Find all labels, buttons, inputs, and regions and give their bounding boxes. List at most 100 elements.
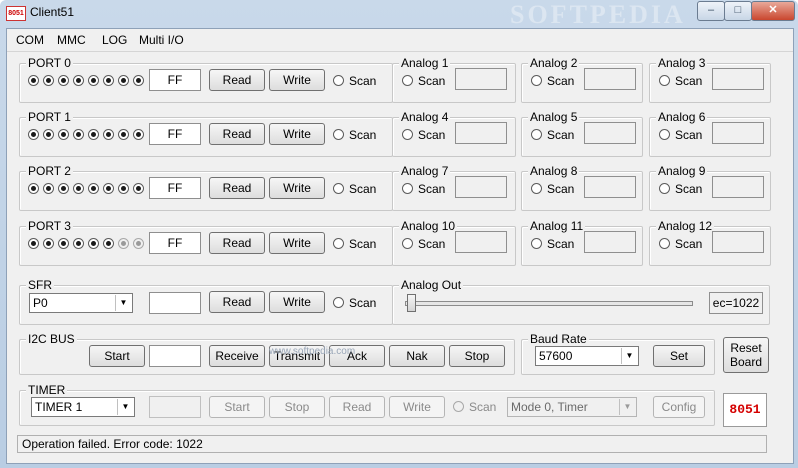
port-bit-radio[interactable] [43,75,54,86]
analog-scan-radio[interactable] [531,129,542,140]
menu-com[interactable]: COM [16,33,44,47]
timer-scan-radio[interactable] [453,401,464,412]
port-bit-radio[interactable] [118,183,129,194]
port-bit-radio[interactable] [73,75,84,86]
analog-out-slider-thumb[interactable] [407,294,416,312]
port-bit-radio[interactable] [73,238,84,249]
maximize-button[interactable]: □ [724,1,752,21]
port-value-field[interactable]: FF [149,177,201,199]
analog-label: Analog 8 [528,164,580,178]
port-bit-radio[interactable] [28,183,39,194]
i2c-receive-button[interactable]: Receive [209,345,265,367]
timer-stop-button[interactable]: Stop [269,396,325,418]
analog-out-label: Analog Out [399,278,464,292]
port-bit-radio[interactable] [88,129,99,140]
port-bit-radio[interactable] [103,238,114,249]
i2c-start-button[interactable]: Start [89,345,145,367]
menu-log[interactable]: LOG [102,33,127,47]
port-bit-radio[interactable] [28,75,39,86]
port-bit-radio[interactable] [28,238,39,249]
port-write-button[interactable]: Write [269,69,325,91]
analog-label: Analog 12 [656,219,715,233]
port-read-button[interactable]: Read [209,123,265,145]
port-bit-radio[interactable] [73,183,84,194]
port-read-button[interactable]: Read [209,177,265,199]
port-bit-radio[interactable] [103,183,114,194]
port-write-button[interactable]: Write [269,177,325,199]
analog-scan-radio[interactable] [659,238,670,249]
port-value-field[interactable]: FF [149,69,201,91]
minimize-button[interactable]: – [697,1,725,21]
port-bit-radio[interactable] [43,129,54,140]
port-scan-radio[interactable] [333,75,344,86]
sfr-select[interactable]: P0 ▼ [29,293,133,313]
port-value-field[interactable]: FF [149,232,201,254]
port-bit-radio[interactable] [118,129,129,140]
timer-select[interactable]: TIMER 1 ▼ [31,397,135,417]
port-bit-radio[interactable] [103,129,114,140]
baud-rate-select[interactable]: 57600 ▼ [535,346,639,366]
reset-board-button[interactable]: Reset Board [723,337,769,373]
i2c-nak-button[interactable]: Nak [389,345,445,367]
port-bit-radio[interactable] [43,238,54,249]
port-bit-radio[interactable] [88,75,99,86]
port-scan-radio[interactable] [333,129,344,140]
chevron-down-icon[interactable]: ▼ [117,399,133,415]
timer-config-button[interactable]: Config [653,396,705,418]
port-bit-radio[interactable] [88,238,99,249]
port-bit-radio[interactable] [58,238,69,249]
analog-scan-radio[interactable] [531,183,542,194]
chevron-down-icon[interactable]: ▼ [619,399,635,415]
sfr-value-field[interactable] [149,292,201,314]
port-bit-radio[interactable] [28,129,39,140]
port-bit-radio[interactable] [133,238,144,249]
port-bit-radio[interactable] [58,75,69,86]
port-write-button[interactable]: Write [269,123,325,145]
port-bit-radio[interactable] [58,183,69,194]
analog-scan-radio[interactable] [659,183,670,194]
i2c-stop-button[interactable]: Stop [449,345,505,367]
analog-scan-radio[interactable] [402,183,413,194]
port-scan-radio[interactable] [333,238,344,249]
sfr-scan-radio[interactable] [333,297,344,308]
port-read-button[interactable]: Read [209,232,265,254]
port-bit-radio[interactable] [73,129,84,140]
analog-scan-radio[interactable] [402,129,413,140]
menu-multi-io[interactable]: Multi I/O [139,33,184,47]
port-bit-radio[interactable] [133,129,144,140]
port-bit-radio[interactable] [103,75,114,86]
sfr-write-button[interactable]: Write [269,291,325,313]
i2c-data-field[interactable] [149,345,201,367]
port-bit-radio[interactable] [43,183,54,194]
chevron-down-icon[interactable]: ▼ [621,348,637,364]
sfr-read-button[interactable]: Read [209,291,265,313]
analog-label: Analog 3 [656,56,708,70]
analog-scan-radio[interactable] [659,75,670,86]
timer-start-button[interactable]: Start [209,396,265,418]
close-button[interactable]: ✕ [751,1,795,21]
analog-scan-radio[interactable] [531,238,542,249]
menu-mmc[interactable]: MMC [57,33,86,47]
port-bit-radio[interactable] [58,129,69,140]
port-scan-radio[interactable] [333,183,344,194]
port-bit-radio[interactable] [88,183,99,194]
analog-scan-radio[interactable] [531,75,542,86]
analog-scan-radio[interactable] [659,129,670,140]
timer-value-field[interactable] [149,396,201,418]
analog-scan-radio[interactable] [402,238,413,249]
timer-read-button[interactable]: Read [329,396,385,418]
port-bit-radio[interactable] [133,183,144,194]
app-window: 8051 Client51 SOFTPEDIA – □ ✕ COM MMC LO… [0,0,798,468]
port-bit-radio[interactable] [118,75,129,86]
port-write-button[interactable]: Write [269,232,325,254]
baud-set-button[interactable]: Set [653,345,705,367]
port-bit-radio[interactable] [118,238,129,249]
port-bit-radio[interactable] [133,75,144,86]
timer-mode-select[interactable]: Mode 0, Timer ▼ [507,397,637,417]
port-read-button[interactable]: Read [209,69,265,91]
analog-out-slider-track[interactable] [405,301,693,306]
timer-write-button[interactable]: Write [389,396,445,418]
chevron-down-icon[interactable]: ▼ [115,295,131,311]
port-value-field[interactable]: FF [149,123,201,145]
analog-scan-radio[interactable] [402,75,413,86]
